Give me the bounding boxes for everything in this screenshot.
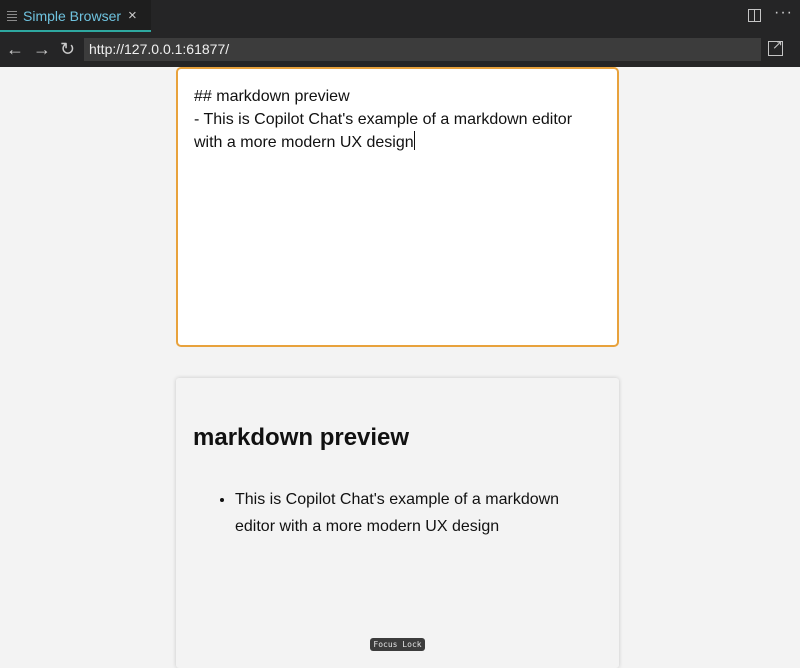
tab-title: Simple Browser (23, 7, 122, 24)
markdown-preview-panel: markdown preview This is Copilot Chat's … (176, 378, 619, 668)
back-arrow-icon[interactable]: ← (6, 39, 24, 59)
editor-line: with a more modern UX design (194, 134, 414, 151)
split-editor-icon[interactable] (748, 9, 761, 22)
focus-lock-badge[interactable]: Focus Lock (370, 638, 425, 651)
preview-heading: markdown preview (193, 424, 410, 451)
text-caret (413, 131, 415, 150)
address-bar[interactable]: http://127.0.0.1:61877/ (84, 38, 761, 61)
preview-file-icon (7, 10, 17, 21)
reload-icon[interactable]: ↻ (60, 39, 75, 59)
close-icon[interactable]: × (128, 7, 137, 24)
editor-line: - This is Copilot Chat's example of a ma… (194, 111, 573, 128)
list-item: This is Copilot Chat's example of a mark… (235, 486, 602, 540)
forward-arrow-icon[interactable]: → (33, 39, 51, 59)
tab-bar: Simple Browser × ··· (0, 0, 800, 32)
editor-line: ## markdown preview (194, 88, 350, 105)
preview-list: This is Copilot Chat's example of a mark… (193, 486, 602, 540)
more-actions-icon[interactable]: ··· (774, 4, 793, 22)
open-in-external-browser-icon[interactable] (768, 37, 783, 56)
tab-simple-browser[interactable]: Simple Browser × (0, 0, 151, 32)
markdown-editor[interactable]: ## markdown preview - This is Copilot Ch… (176, 67, 619, 347)
